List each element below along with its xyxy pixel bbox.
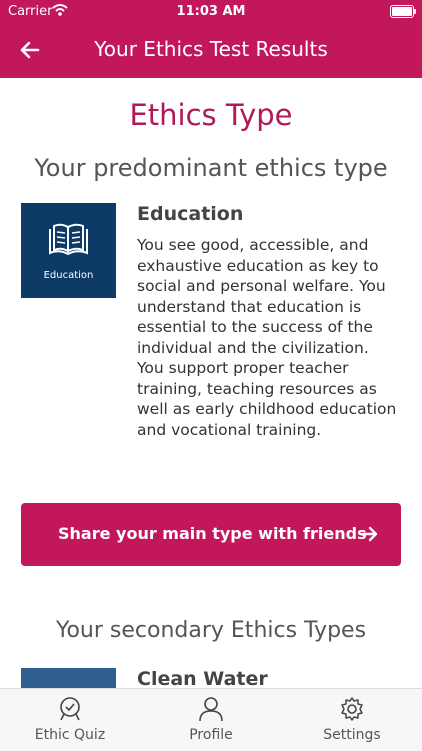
tab-bar: Ethic Quiz Profile Settings (0, 688, 422, 751)
main-type-title: Education (137, 203, 244, 225)
results-content[interactable]: Ethics Type Your predominant ethics type… (0, 78, 422, 688)
quiz-check-icon (60, 697, 80, 721)
arrow-right-icon (361, 526, 378, 542)
clean-water-type-image (21, 668, 116, 688)
section-heading: Ethics Type (129, 98, 293, 132)
page-title: Your Ethics Test Results (94, 37, 328, 61)
status-time: 11:03 AM (176, 4, 246, 19)
share-button-label: Share your main type with friends (58, 524, 367, 543)
profile-icon (199, 697, 223, 722)
education-image-caption: Education (43, 270, 94, 281)
app-header: Carrier 11:03 AM Your Ethics Test Result… (0, 0, 422, 78)
gear-icon (341, 697, 363, 721)
education-type-image: Education (21, 203, 116, 298)
tab-settings[interactable]: Settings (282, 689, 422, 751)
secondary-heading: Your secondary Ethics Types (55, 618, 367, 643)
tab-ethic-quiz[interactable]: Ethic Quiz (0, 689, 140, 751)
predominant-subheading: Your predominant ethics type (34, 154, 388, 182)
tab-label-settings: Settings (323, 727, 381, 743)
status-bar: Carrier 11:03 AM (0, 0, 422, 24)
tab-label-profile: Profile (189, 727, 233, 743)
tab-profile[interactable]: Profile (141, 689, 281, 751)
tab-label-ethic-quiz: Ethic Quiz (34, 727, 106, 743)
book-icon (49, 223, 88, 256)
share-main-type-button[interactable]: Share your main type with friends (21, 503, 401, 566)
main-type-description: You see good, accessible, and exhaustive… (137, 236, 397, 439)
secondary-type-title: Clean Water (137, 668, 268, 688)
battery-icon (390, 5, 416, 18)
